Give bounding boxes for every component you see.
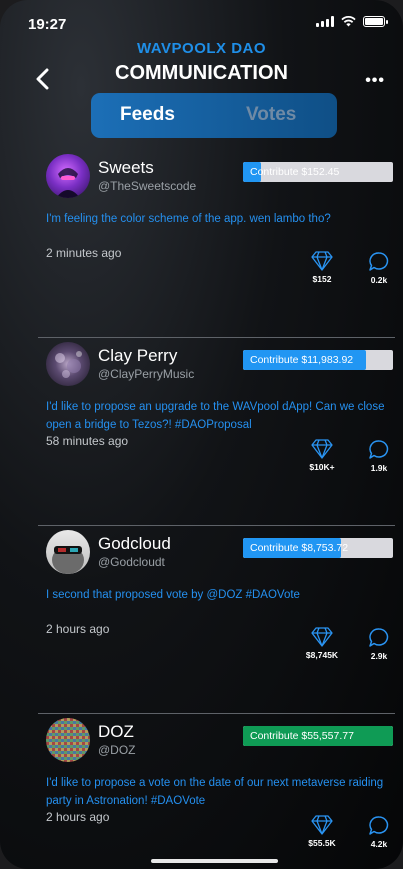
brand-name: WAVPOOLX DAO (136, 40, 267, 57)
post-time: 2 minutes ago (46, 246, 122, 260)
home-indicator[interactable] (151, 859, 278, 863)
tip-stat[interactable]: $55.5K (304, 815, 340, 848)
feed-post: Godcloud @Godcloudt Contribute $8,753.72… (38, 526, 395, 714)
post-username[interactable]: DOZ (98, 722, 134, 742)
diamond-icon (311, 251, 333, 271)
post-time: 2 hours ago (46, 622, 110, 636)
tip-stat[interactable]: $152 (308, 251, 336, 284)
tip-amount: $152 (312, 274, 332, 284)
header: WAVPOOLX DAO COMMUNICATION ••• (0, 38, 403, 90)
comment-icon (369, 252, 389, 271)
tip-amount: $55.5K (308, 838, 336, 848)
tip-amount: $10K+ (309, 462, 335, 472)
tip-amount: $8,745K (305, 650, 339, 660)
diamond-icon (311, 815, 333, 835)
post-username[interactable]: Clay Perry (98, 346, 177, 366)
post-time: 2 hours ago (46, 810, 110, 824)
post-handle: @Godcloudt (98, 555, 165, 569)
feed-post: Clay Perry @ClayPerryMusic Contribute $1… (38, 338, 395, 526)
post-handle: @TheSweetscode (98, 179, 197, 193)
more-options-icon[interactable]: ••• (365, 72, 385, 90)
post-time: 58 minutes ago (46, 434, 129, 448)
battery-icon (363, 16, 388, 27)
contribute-label: Contribute $8,753.72 (250, 542, 349, 554)
page-title: COMMUNICATION (115, 62, 288, 84)
contribute-label: Contribute $152.45 (250, 166, 340, 178)
post-message: I'd like to propose an upgrade to the WA… (46, 401, 385, 431)
status-icons (316, 16, 388, 27)
post-username[interactable]: Sweets (98, 158, 154, 178)
comment-stat[interactable]: 4.2k (366, 815, 392, 849)
comment-stat[interactable]: 1.9k (366, 439, 392, 473)
feed-post: DOZ @DOZ Contribute $55,557.77 I'd like … (38, 714, 395, 862)
post-message: I second that proposed vote by @DOZ #DAO… (46, 589, 300, 601)
comment-count: 4.2k (370, 839, 388, 849)
post-handle: @ClayPerryMusic (98, 367, 195, 381)
avatar[interactable] (46, 154, 90, 198)
contribute-label: Contribute $55,557.77 (250, 730, 354, 742)
post-message: I'm feeling the color scheme of the app.… (46, 213, 331, 225)
app-screen: 19:27 WAVPOOLX DAO COMMUNICATION ••• Fee… (0, 0, 403, 869)
status-time: 19:27 (28, 16, 67, 33)
post-handle: @DOZ (98, 743, 136, 757)
contribute-button[interactable]: Contribute $11,983.92 (243, 350, 393, 370)
feed-tabs: Feeds Votes (91, 93, 337, 138)
tip-stat[interactable]: $8,745K (304, 627, 340, 660)
tip-stat[interactable]: $10K+ (308, 439, 336, 472)
comment-count: 0.2k (370, 275, 388, 285)
comment-count: 1.9k (370, 463, 388, 473)
comment-icon (369, 628, 389, 647)
cellular-signal-icon (316, 16, 334, 27)
contribute-button[interactable]: Contribute $152.45 (243, 162, 393, 182)
avatar[interactable] (46, 718, 90, 762)
comment-icon (369, 816, 389, 835)
post-message: I'd like to propose a vote on the date o… (46, 777, 384, 807)
contribute-button[interactable]: Contribute $55,557.77 (243, 726, 393, 746)
wifi-icon (341, 16, 356, 27)
avatar[interactable] (46, 342, 90, 386)
post-username[interactable]: Godcloud (98, 534, 171, 554)
contribute-button[interactable]: Contribute $8,753.72 (243, 538, 393, 558)
comment-stat[interactable]: 2.9k (366, 627, 392, 661)
feed-post: Sweets @TheSweetscode Contribute $152.45… (38, 150, 395, 338)
comment-stat[interactable]: 0.2k (366, 251, 392, 285)
back-arrow-icon[interactable] (34, 68, 52, 90)
tab-votes[interactable]: Votes (246, 104, 296, 126)
diamond-icon (311, 627, 333, 647)
diamond-icon (311, 439, 333, 459)
tab-feeds[interactable]: Feeds (120, 104, 220, 126)
comment-icon (369, 440, 389, 459)
status-bar: 19:27 (0, 0, 403, 40)
comment-count: 2.9k (370, 651, 388, 661)
contribute-label: Contribute $11,983.92 (250, 354, 354, 366)
avatar[interactable] (46, 530, 90, 574)
feed-list[interactable]: Sweets @TheSweetscode Contribute $152.45… (38, 150, 395, 862)
